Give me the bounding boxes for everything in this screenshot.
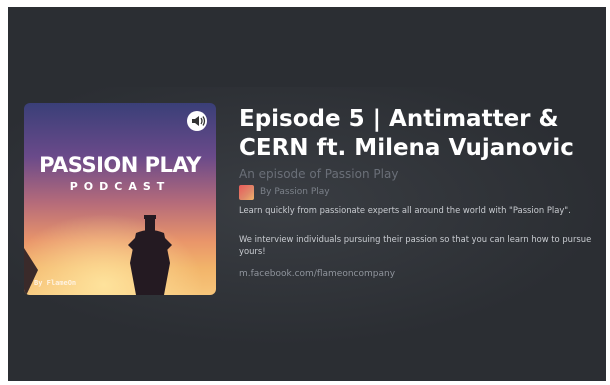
- podcast-thumbnail: [239, 184, 254, 200]
- episode-subtitle[interactable]: An episode of Passion Play: [239, 167, 398, 181]
- artwork-credit: By FlameOn: [34, 279, 77, 287]
- artwork-person-silhouette: [128, 215, 172, 295]
- artwork-cliff: [24, 248, 38, 295]
- artwork-title: PASSION PLAY: [39, 153, 201, 177]
- byline-text: By Passion Play: [260, 187, 330, 197]
- artwork-subtitle: PODCAST: [69, 180, 171, 193]
- podcast-embed: PASSION PLAY PODCAST By FlameOn Episode …: [8, 7, 606, 381]
- description-paragraph-2: We interview individuals pursuing their …: [239, 234, 592, 256]
- byline[interactable]: By Passion Play: [239, 184, 330, 200]
- speaker-icon[interactable]: [187, 111, 207, 131]
- podcast-artwork[interactable]: PASSION PLAY PODCAST By FlameOn: [24, 103, 216, 295]
- episode-title: Episode 5 | Antimatter & CERN ft. Milena…: [239, 106, 574, 161]
- description-paragraph-1: Learn quickly from passionate experts al…: [239, 205, 571, 215]
- facebook-link[interactable]: m.facebook.com/flameoncompany: [239, 269, 395, 279]
